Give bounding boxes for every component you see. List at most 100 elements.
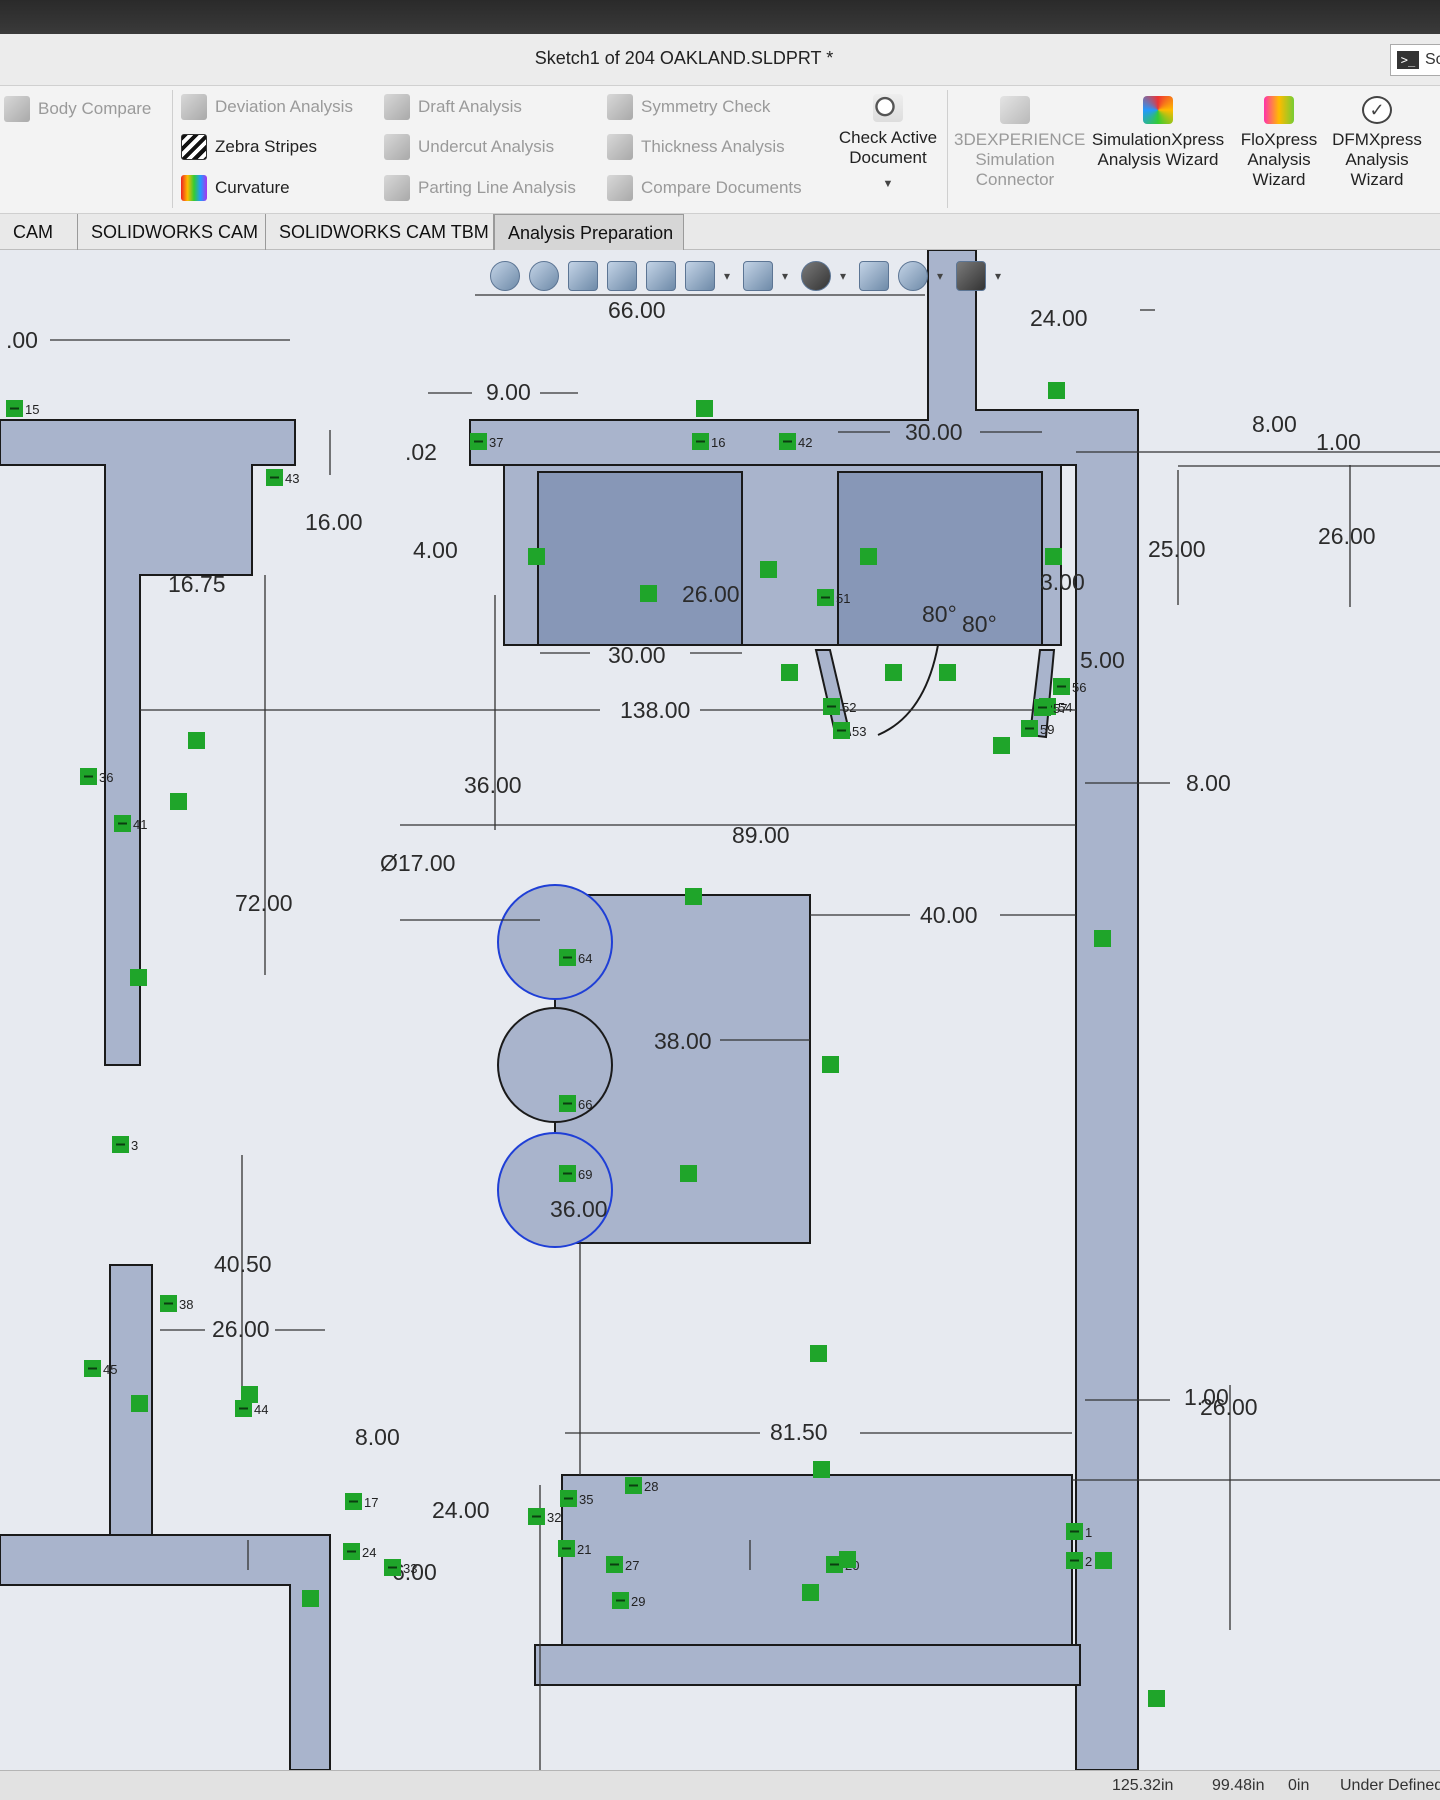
display-style-icon[interactable] <box>743 261 773 291</box>
sketch-drawing[interactable]: .00 66.00 24.00 9.00 .02 30.00 8.00 1.00… <box>0 250 1440 1770</box>
dim-89[interactable]: 89.00 <box>732 822 790 848</box>
floxpress-button[interactable]: FloXpress Analysis Wizard <box>1236 96 1322 190</box>
dim-02[interactable]: .02 <box>405 439 437 465</box>
relation-marker[interactable]: 38 <box>160 1295 193 1312</box>
relation-icon[interactable] <box>528 548 545 565</box>
dim-3[interactable]: 3.00 <box>1040 569 1085 595</box>
dim-26-low[interactable]: 26.00 <box>212 1316 270 1342</box>
relation-icon[interactable] <box>822 1056 839 1073</box>
dim-80a[interactable]: 80° <box>922 601 957 627</box>
relation-marker[interactable]: 45 <box>84 1360 117 1377</box>
relation-marker[interactable]: 66 <box>559 1095 592 1112</box>
experience-connector-button[interactable]: 3DEXPERIENCE Simulation Connector <box>954 96 1085 190</box>
dim-25[interactable]: 25.00 <box>1148 536 1206 562</box>
dim-4[interactable]: 4.00 <box>413 537 458 563</box>
dim-24[interactable]: 24.00 <box>1030 305 1088 331</box>
dim-30-mid[interactable]: 30.00 <box>608 642 666 668</box>
wall-top-left[interactable] <box>0 419 296 1066</box>
relation-icon[interactable] <box>993 737 1010 754</box>
wall-bottom-strip[interactable] <box>534 1644 1081 1686</box>
dim-16[interactable]: 16.00 <box>305 509 363 535</box>
previous-view-icon[interactable] <box>568 261 598 291</box>
dim-26-mid[interactable]: 26.00 <box>682 581 740 607</box>
relation-icon[interactable] <box>839 1551 856 1568</box>
relation-marker[interactable]: 41 <box>114 815 147 832</box>
tab-cam[interactable]: CAM <box>0 214 78 250</box>
curvature-button[interactable]: Curvature <box>181 175 290 201</box>
dynamic-annotation-icon[interactable] <box>646 261 676 291</box>
dim-72[interactable]: 72.00 <box>235 890 293 916</box>
dim-66[interactable]: 66.00 <box>608 297 666 323</box>
dim-8150[interactable]: 81.50 <box>770 1419 828 1445</box>
relation-icon[interactable] <box>1148 1690 1165 1707</box>
search-commands-box[interactable]: >_ Sc <box>1390 44 1440 76</box>
apply-scene-icon[interactable] <box>898 261 928 291</box>
relation-icon[interactable] <box>1045 548 1062 565</box>
relation-icon[interactable] <box>810 1345 827 1362</box>
relation-marker[interactable]: 59 <box>1021 720 1054 737</box>
relation-icon[interactable] <box>170 793 187 810</box>
relation-icon[interactable] <box>1048 382 1065 399</box>
relation-icon[interactable] <box>813 1461 830 1478</box>
relation-marker[interactable]: 37 <box>470 433 503 450</box>
relation-icon[interactable] <box>130 969 147 986</box>
dim-26-right[interactable]: 26.00 <box>1318 523 1376 549</box>
simulationxpress-button[interactable]: SimulationXpress Analysis Wizard <box>1088 96 1228 170</box>
relation-marker[interactable]: 3 <box>112 1136 138 1153</box>
thickness-analysis-button[interactable]: Thickness Analysis <box>607 134 785 160</box>
relation-marker[interactable]: 21 <box>558 1540 591 1557</box>
relation-icon[interactable] <box>781 664 798 681</box>
relation-marker[interactable]: 32 <box>528 1508 561 1525</box>
relation-marker[interactable]: 1 <box>1066 1523 1092 1540</box>
relation-marker[interactable]: 35 <box>560 1490 593 1507</box>
relation-marker[interactable]: 16 <box>692 433 725 450</box>
dim-24-low[interactable]: 24.00 <box>432 1497 490 1523</box>
zoom-to-area-icon[interactable] <box>529 261 559 291</box>
relation-marker[interactable]: 2 <box>1066 1552 1092 1569</box>
dim-36-top[interactable]: 36.00 <box>464 772 522 798</box>
relation-marker[interactable]: 36 <box>80 768 113 785</box>
chevron-down-icon[interactable]: ▾ <box>782 269 792 283</box>
relation-icon[interactable] <box>131 1395 148 1412</box>
dim-9[interactable]: 9.00 <box>486 379 531 405</box>
relation-marker[interactable]: 27 <box>606 1556 639 1573</box>
chevron-down-icon[interactable]: ▾ <box>724 269 734 283</box>
relation-icon[interactable] <box>1095 1552 1112 1569</box>
dim-30-top[interactable]: 30.00 <box>905 419 963 445</box>
relation-marker[interactable]: 33 <box>384 1559 417 1576</box>
relation-icon[interactable] <box>802 1584 819 1601</box>
chevron-down-icon[interactable]: ▾ <box>840 269 850 283</box>
dim-8-right[interactable]: 8.00 <box>1186 770 1231 796</box>
hide-show-items-icon[interactable] <box>801 261 831 291</box>
relation-icon[interactable] <box>939 664 956 681</box>
relation-marker[interactable]: 52 <box>823 698 856 715</box>
relation-marker[interactable]: 42 <box>779 433 812 450</box>
zoom-to-fit-icon[interactable] <box>490 261 520 291</box>
relation-icon[interactable] <box>1094 930 1111 947</box>
dfmxpress-button[interactable]: ✓ DFMXpress Analysis Wizard <box>1330 96 1424 190</box>
view-orientation-icon[interactable] <box>685 261 715 291</box>
check-active-document-button[interactable]: Check Active Document ▼ <box>832 94 944 194</box>
stool-middle[interactable] <box>497 1007 613 1123</box>
dim-1-top[interactable]: 1.00 <box>1316 429 1361 455</box>
undercut-analysis-button[interactable]: Undercut Analysis <box>384 134 554 160</box>
relation-marker[interactable]: 15 <box>6 400 39 417</box>
dim-4050[interactable]: 40.50 <box>214 1251 272 1277</box>
relation-marker[interactable]: 24 <box>343 1543 376 1560</box>
relation-marker[interactable]: 64 <box>559 949 592 966</box>
relation-marker[interactable]: 17 <box>345 1493 378 1510</box>
relation-marker[interactable]: 69 <box>559 1165 592 1182</box>
view-settings-icon[interactable] <box>956 261 986 291</box>
edit-appearance-icon[interactable] <box>859 261 889 291</box>
relation-icon[interactable] <box>302 1590 319 1607</box>
chevron-down-icon[interactable]: ▼ <box>832 174 944 194</box>
parting-line-analysis-button[interactable]: Parting Line Analysis <box>384 175 576 201</box>
dim-138[interactable]: 138.00 <box>620 697 690 723</box>
dim-8-low[interactable]: 8.00 <box>355 1424 400 1450</box>
relation-icon[interactable] <box>885 664 902 681</box>
dim-5[interactable]: 5.00 <box>1080 647 1125 673</box>
relation-marker[interactable]: 43 <box>266 469 299 486</box>
relation-icon[interactable] <box>241 1386 258 1403</box>
compare-documents-button[interactable]: Compare Documents <box>607 175 802 201</box>
relation-icon[interactable] <box>188 732 205 749</box>
